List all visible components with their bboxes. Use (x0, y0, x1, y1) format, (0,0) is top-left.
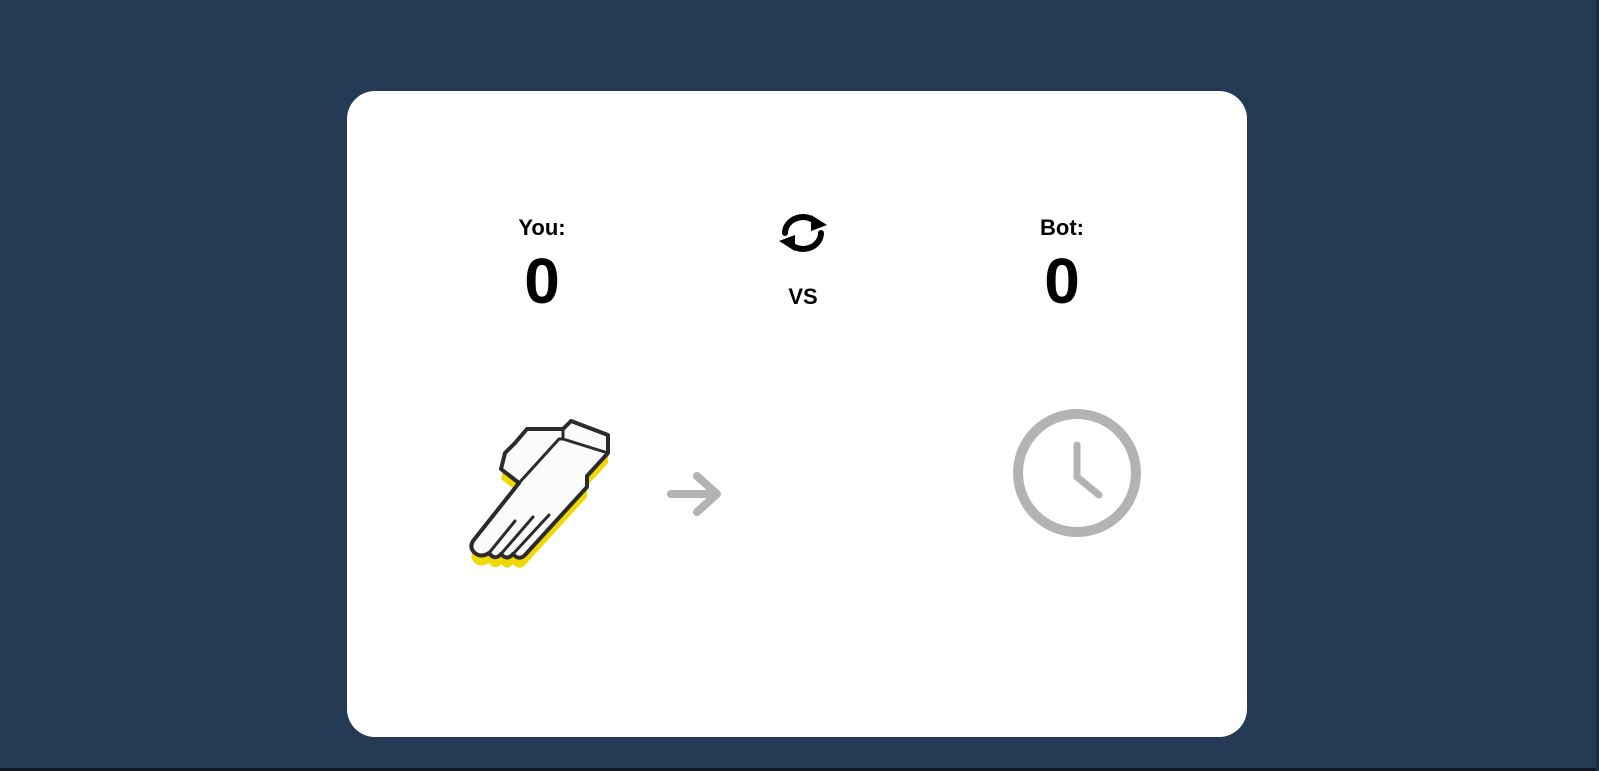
bot-choice-pending (1011, 407, 1143, 539)
clock-icon (1013, 409, 1141, 537)
player-score-panel: You: 0 (442, 215, 642, 313)
refresh-icon (779, 214, 827, 252)
reset-button[interactable] (775, 211, 831, 255)
game-card: You: 0 VS Bot: 0 (347, 91, 1247, 737)
bot-score-panel: Bot: 0 (962, 215, 1162, 313)
paper-hand-icon (469, 419, 610, 568)
arrow-right-icon (665, 469, 727, 519)
bot-label: Bot: (1040, 215, 1084, 240)
bot-score: 0 (1044, 245, 1080, 317)
player-score: 0 (524, 245, 560, 317)
vs-label: VS (788, 284, 818, 309)
player-label: You: (518, 215, 566, 240)
player-choice-paper[interactable] (455, 413, 625, 573)
